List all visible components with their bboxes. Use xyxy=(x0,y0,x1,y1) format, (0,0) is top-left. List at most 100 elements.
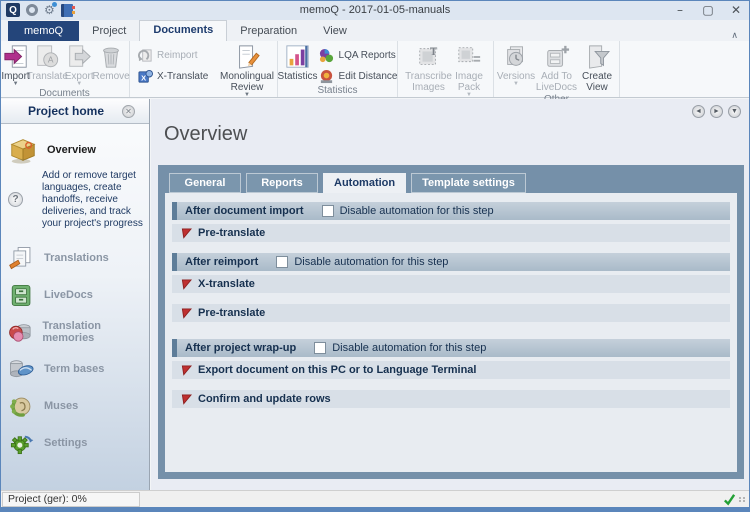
sidebar-item-muses[interactable]: Muses xyxy=(0,390,149,422)
translations-icon xyxy=(8,245,35,272)
memoq-logo-icon[interactable]: Q xyxy=(6,3,20,17)
collapse-ribbon-icon[interactable]: ∧ xyxy=(731,30,750,41)
step-label: X-translate xyxy=(198,278,255,290)
sidebar-item-label: LiveDocs xyxy=(44,289,93,301)
reimport-button[interactable]: Reimport xyxy=(137,47,223,63)
image-pack-button[interactable]: Image Pack ▼ xyxy=(453,42,486,98)
globe-icon[interactable] xyxy=(26,4,38,16)
export-button[interactable]: Export ▼ xyxy=(65,42,94,87)
statistics-icon xyxy=(285,44,311,70)
status-check-icon xyxy=(723,493,736,506)
transcribe-images-button[interactable]: T Transcribe Images xyxy=(406,42,452,93)
import-button[interactable]: Import ▼ xyxy=(1,42,29,87)
back-icon[interactable]: ◄ xyxy=(692,105,705,118)
translate-button[interactable]: A Translate xyxy=(31,42,64,82)
disable-automation-checkbox[interactable] xyxy=(322,205,334,217)
sidebar-item-translations[interactable]: Translations xyxy=(0,242,149,274)
section-header: After document import Disable automation… xyxy=(172,202,730,220)
section-after-project-wrapup: After project wrap-up Disable automation… xyxy=(172,339,730,379)
tab-view[interactable]: View xyxy=(310,22,360,41)
tab-reports[interactable]: Reports xyxy=(246,173,318,193)
close-button[interactable]: ✕ xyxy=(722,1,750,20)
create-view-label: Create View xyxy=(581,71,614,93)
sidebar-item-overview[interactable]: Overview xyxy=(0,134,149,166)
versions-button[interactable]: Versions ▼ xyxy=(500,42,533,87)
resize-grip[interactable] xyxy=(739,497,746,502)
step-label: Pre-translate xyxy=(198,307,265,319)
tab-documents[interactable]: Documents xyxy=(139,20,227,41)
sidebar-item-translation-memories[interactable]: Translation memories xyxy=(0,316,149,348)
step-label: Confirm and update rows xyxy=(198,393,331,405)
disable-automation-checkbox[interactable] xyxy=(314,342,326,354)
sidebar-item-settings[interactable]: Settings xyxy=(0,427,149,459)
section-confirm-update: Confirm and update rows xyxy=(172,390,730,408)
sidebar-item-label: Overview xyxy=(47,144,96,156)
automation-step-row[interactable]: Pre-translate xyxy=(172,224,730,242)
history-dropdown-icon[interactable]: ▼ xyxy=(728,105,741,118)
tab-preparation[interactable]: Preparation xyxy=(227,22,310,41)
remove-button[interactable]: Remove xyxy=(95,42,128,82)
tab-automation[interactable]: Automation xyxy=(323,173,406,193)
sidebar-item-term-bases[interactable]: Term bases xyxy=(0,353,149,385)
ribbon: Import ▼ A Translate Export ▼ Re xyxy=(0,41,750,98)
monolingual-review-button[interactable]: Monolingual Review ▼ xyxy=(224,42,270,98)
tab-memoq[interactable]: memoQ xyxy=(8,21,79,41)
step-label: Export document on this PC or to Languag… xyxy=(198,364,476,376)
overview-tabs: General Reports Automation Template sett… xyxy=(169,173,737,193)
overview-description-text: Add or remove target languages, create h… xyxy=(42,170,143,229)
add-to-livedocs-label: Add To LiveDocs xyxy=(534,71,580,93)
flag-icon xyxy=(181,228,192,239)
remove-icon xyxy=(98,44,124,70)
automation-step-row[interactable]: X-translate xyxy=(172,275,730,293)
statistics-label: Statistics xyxy=(278,71,318,82)
versions-icon xyxy=(503,44,529,70)
tab-general[interactable]: General xyxy=(169,173,241,193)
x-translate-button[interactable]: X X-Translate xyxy=(137,68,223,84)
lqa-reports-button[interactable]: LQA Reports xyxy=(319,47,398,63)
main-pane: ◄ ► ▼ Overview General Reports Automatio… xyxy=(151,99,750,490)
resources-gear-icon[interactable]: ⚙ xyxy=(44,4,55,16)
sidebar-item-livedocs[interactable]: LiveDocs xyxy=(0,279,149,311)
overview-panel: General Reports Automation Template sett… xyxy=(158,165,744,479)
minimize-button[interactable]: – xyxy=(666,1,694,20)
project-home-sidebar: Project home ✕ Overview ? Add or remove … xyxy=(0,99,150,490)
disable-automation-label[interactable]: Disable automation for this step xyxy=(294,256,448,268)
help-icon[interactable]: ? xyxy=(8,192,23,207)
forward-icon[interactable]: ► xyxy=(710,105,723,118)
automation-step-row[interactable]: Export document on this PC or to Languag… xyxy=(172,361,730,379)
tab-project[interactable]: Project xyxy=(79,22,139,41)
translate-icon: A xyxy=(34,44,60,70)
automation-step-row[interactable]: Pre-translate xyxy=(172,304,730,322)
automation-step-row[interactable]: Confirm and update rows xyxy=(172,390,730,408)
edit-distance-button[interactable]: Edit Distance xyxy=(319,68,398,84)
section-title: After reimport xyxy=(185,256,258,268)
notebook-icon[interactable] xyxy=(61,4,73,17)
remove-label: Remove xyxy=(93,71,130,82)
close-pane-icon[interactable]: ✕ xyxy=(122,105,135,118)
statistics-button[interactable]: Statistics xyxy=(278,42,318,82)
disable-automation-label[interactable]: Disable automation for this step xyxy=(340,205,494,217)
ribbon-group-other: Versions ▼ Add To LiveDocs Create View O… xyxy=(494,41,620,97)
create-view-button[interactable]: Create View xyxy=(581,42,614,93)
lqa-reports-icon xyxy=(319,47,335,63)
sidebar-item-label: Translation memories xyxy=(42,320,149,344)
tab-template-settings[interactable]: Template settings xyxy=(411,173,526,193)
image-pack-icon xyxy=(456,44,482,70)
add-to-livedocs-button[interactable]: Add To LiveDocs xyxy=(534,42,580,93)
settings-gear-icon xyxy=(8,430,35,457)
disable-automation-checkbox[interactable] xyxy=(276,256,288,268)
sidebar-item-label: Muses xyxy=(44,400,78,412)
overview-box-icon xyxy=(8,135,38,165)
image-pack-label: Image Pack xyxy=(453,71,486,93)
import-icon xyxy=(3,44,29,70)
section-title: After document import xyxy=(185,205,304,217)
sidebar-item-label: Term bases xyxy=(44,363,104,375)
chevron-down-icon: ▼ xyxy=(513,82,519,87)
section-title: After project wrap-up xyxy=(185,342,296,354)
overview-description: ? Add or remove target languages, create… xyxy=(42,170,144,230)
maximize-button[interactable]: ▢ xyxy=(694,1,722,20)
ribbon-tab-row: memoQ Project Documents Preparation View… xyxy=(0,20,750,41)
navigation-arrows: ◄ ► ▼ xyxy=(692,105,741,118)
ribbon-group-reimport-review: Reimport X X-Translate Monolingual Revie… xyxy=(130,41,278,97)
disable-automation-label[interactable]: Disable automation for this step xyxy=(332,342,486,354)
